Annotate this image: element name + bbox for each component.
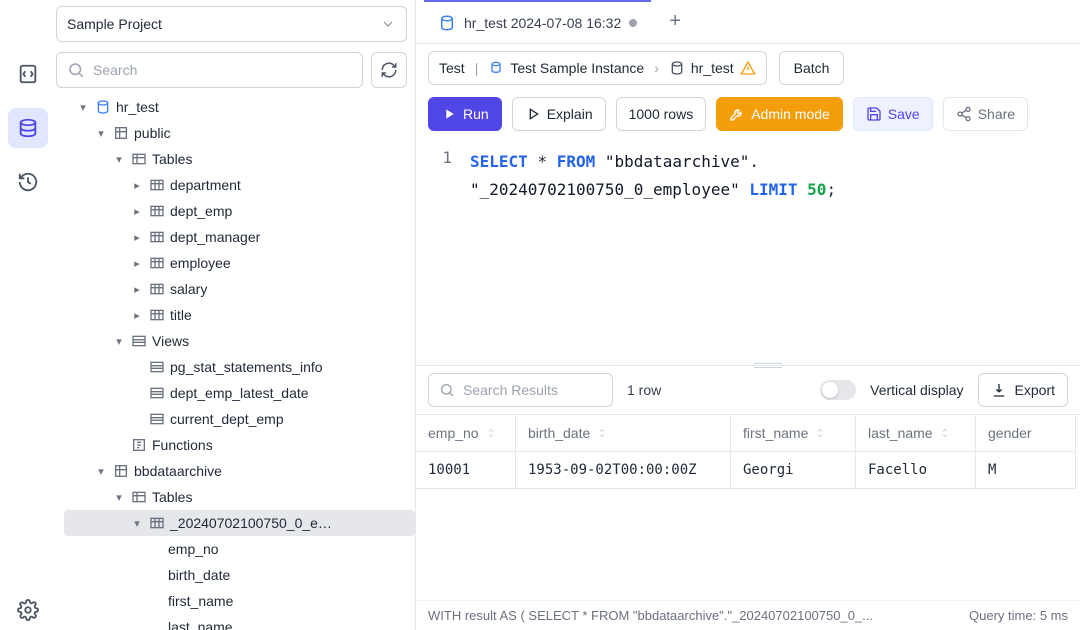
crumb-instance: Test Sample Instance [488, 60, 644, 76]
run-button[interactable]: Run [428, 97, 502, 131]
editor-tab[interactable]: hr_test 2024-07-08 16:32 [424, 0, 651, 43]
sort-icon [485, 427, 497, 439]
results-toolbar: Search Results 1 row Vertical display Ex… [416, 366, 1080, 414]
limit-button[interactable]: 1000 rows [616, 97, 707, 131]
sql-editor[interactable]: 1 SELECT * FROM "bbdataarchive". "_20240… [416, 136, 1080, 366]
tree-schema-archive[interactable]: ▾bbdataarchive [64, 458, 415, 484]
chevron-down-icon [380, 16, 396, 32]
tree-functions-folder[interactable]: Functions [64, 432, 415, 458]
tree-view-item[interactable]: pg_stat_statements_info [64, 354, 415, 380]
sort-icon [596, 427, 608, 439]
tree-table-item[interactable]: ▸title [64, 302, 415, 328]
status-bar: WITH result AS ( SELECT * FROM "bbdataar… [416, 600, 1080, 630]
database-icon [669, 60, 685, 76]
admin-mode-button[interactable]: Admin mode [716, 97, 843, 131]
resize-handle[interactable] [748, 361, 788, 369]
tree-column[interactable]: birth_date [64, 562, 415, 588]
project-selector[interactable]: Sample Project [56, 6, 407, 42]
query-time: Query time: 5 ms [969, 608, 1068, 623]
refresh-button[interactable] [371, 52, 407, 88]
col-header[interactable]: gender [976, 415, 1076, 452]
breadcrumb[interactable]: Test | Test Sample Instance › hr_test [428, 51, 767, 85]
play-icon [441, 106, 457, 122]
unsaved-dot-icon [629, 19, 637, 27]
results-panel: Search Results 1 row Vertical display Ex… [416, 366, 1080, 630]
explain-button[interactable]: Explain [512, 97, 606, 131]
tree-views-folder[interactable]: ▾Views [64, 328, 415, 354]
tab-title: hr_test 2024-07-08 16:32 [464, 15, 621, 31]
vertical-display-label: Vertical display [870, 382, 963, 398]
line-number: 1 [434, 148, 452, 353]
search-icon [67, 61, 85, 79]
cell: M [976, 452, 1076, 489]
tree-column[interactable]: emp_no [64, 536, 415, 562]
tab-bar: hr_test 2024-07-08 16:32 + [416, 0, 1080, 44]
tree-table-item[interactable]: ▸dept_emp [64, 198, 415, 224]
wrench-icon [729, 106, 745, 122]
tree-column[interactable]: first_name [64, 588, 415, 614]
save-icon [866, 106, 882, 122]
crumb-db: hr_test [669, 60, 756, 76]
search-results-input[interactable]: Search Results [428, 373, 613, 407]
search-icon [439, 382, 455, 398]
tree-table-item[interactable]: ▸salary [64, 276, 415, 302]
export-button[interactable]: Export [978, 373, 1068, 407]
col-header[interactable]: birth_date [516, 415, 731, 452]
tree-archive-table[interactable]: ▾_20240702100750_0_e… [64, 510, 415, 536]
cell: 10001 [416, 452, 516, 489]
sort-icon [814, 427, 826, 439]
sql-code: SELECT * FROM "bbdataarchive". "_2024070… [470, 148, 836, 353]
col-header[interactable]: emp_no [416, 415, 516, 452]
crumb-env: Test [439, 60, 465, 76]
table-row[interactable]: 10001 1953-09-02T00:00:00Z Georgi Facell… [416, 452, 1080, 489]
project-name: Sample Project [67, 16, 162, 32]
tree-table-item[interactable]: ▸department [64, 172, 415, 198]
db-tree: ▾hr_test ▾public ▾Tables ▸department ▸de… [56, 92, 415, 630]
context-bar: Test | Test Sample Instance › hr_test Ba… [416, 44, 1080, 92]
tree-tables-folder[interactable]: ▾Tables [64, 146, 415, 172]
play-outline-icon [525, 106, 541, 122]
cell: 1953-09-02T00:00:00Z [516, 452, 731, 489]
refresh-icon [380, 61, 398, 79]
row-count: 1 row [627, 382, 661, 398]
search-input[interactable]: Search [56, 52, 363, 88]
download-icon [991, 382, 1007, 398]
tree-table-item[interactable]: ▸dept_manager [64, 224, 415, 250]
col-header[interactable]: last_name [856, 415, 976, 452]
main-panel: hr_test 2024-07-08 16:32 + Test | Test S… [416, 0, 1080, 630]
sql-preview: WITH result AS ( SELECT * FROM "bbdataar… [428, 608, 873, 623]
cell: Facello [856, 452, 976, 489]
tree-database[interactable]: ▾hr_test [64, 94, 415, 120]
postgres-icon [488, 60, 504, 76]
add-tab-button[interactable]: + [661, 8, 689, 36]
table-header-row: emp_no birth_date first_name last_name g… [416, 415, 1080, 452]
tree-table-item[interactable]: ▸employee [64, 250, 415, 276]
save-button[interactable]: Save [853, 97, 933, 131]
sort-icon [939, 427, 951, 439]
icon-rail [0, 0, 56, 630]
rail-history[interactable] [8, 162, 48, 202]
share-button[interactable]: Share [943, 97, 1028, 131]
share-icon [956, 106, 972, 122]
col-header[interactable]: first_name [731, 415, 856, 452]
warning-icon [740, 60, 756, 76]
results-table: emp_no birth_date first_name last_name g… [416, 414, 1080, 489]
sidebar: Sample Project Search ▾hr_test ▾public ▾… [56, 0, 416, 630]
tree-archive-tables-folder[interactable]: ▾Tables [64, 484, 415, 510]
toolbar: Run Explain 1000 rows Admin mode Save Sh… [416, 92, 1080, 136]
cell: Georgi [731, 452, 856, 489]
tree-view-item[interactable]: current_dept_emp [64, 406, 415, 432]
search-placeholder: Search [93, 62, 137, 78]
batch-button[interactable]: Batch [779, 51, 845, 85]
vertical-display-toggle[interactable] [820, 380, 856, 400]
rail-databases[interactable] [8, 108, 48, 148]
tree-column[interactable]: last_name [64, 614, 415, 630]
rail-settings[interactable] [8, 590, 48, 630]
tree-schema-public[interactable]: ▾public [64, 120, 415, 146]
rail-sql-editor[interactable] [8, 54, 48, 94]
postgres-icon [438, 14, 456, 32]
tree-view-item[interactable]: dept_emp_latest_date [64, 380, 415, 406]
